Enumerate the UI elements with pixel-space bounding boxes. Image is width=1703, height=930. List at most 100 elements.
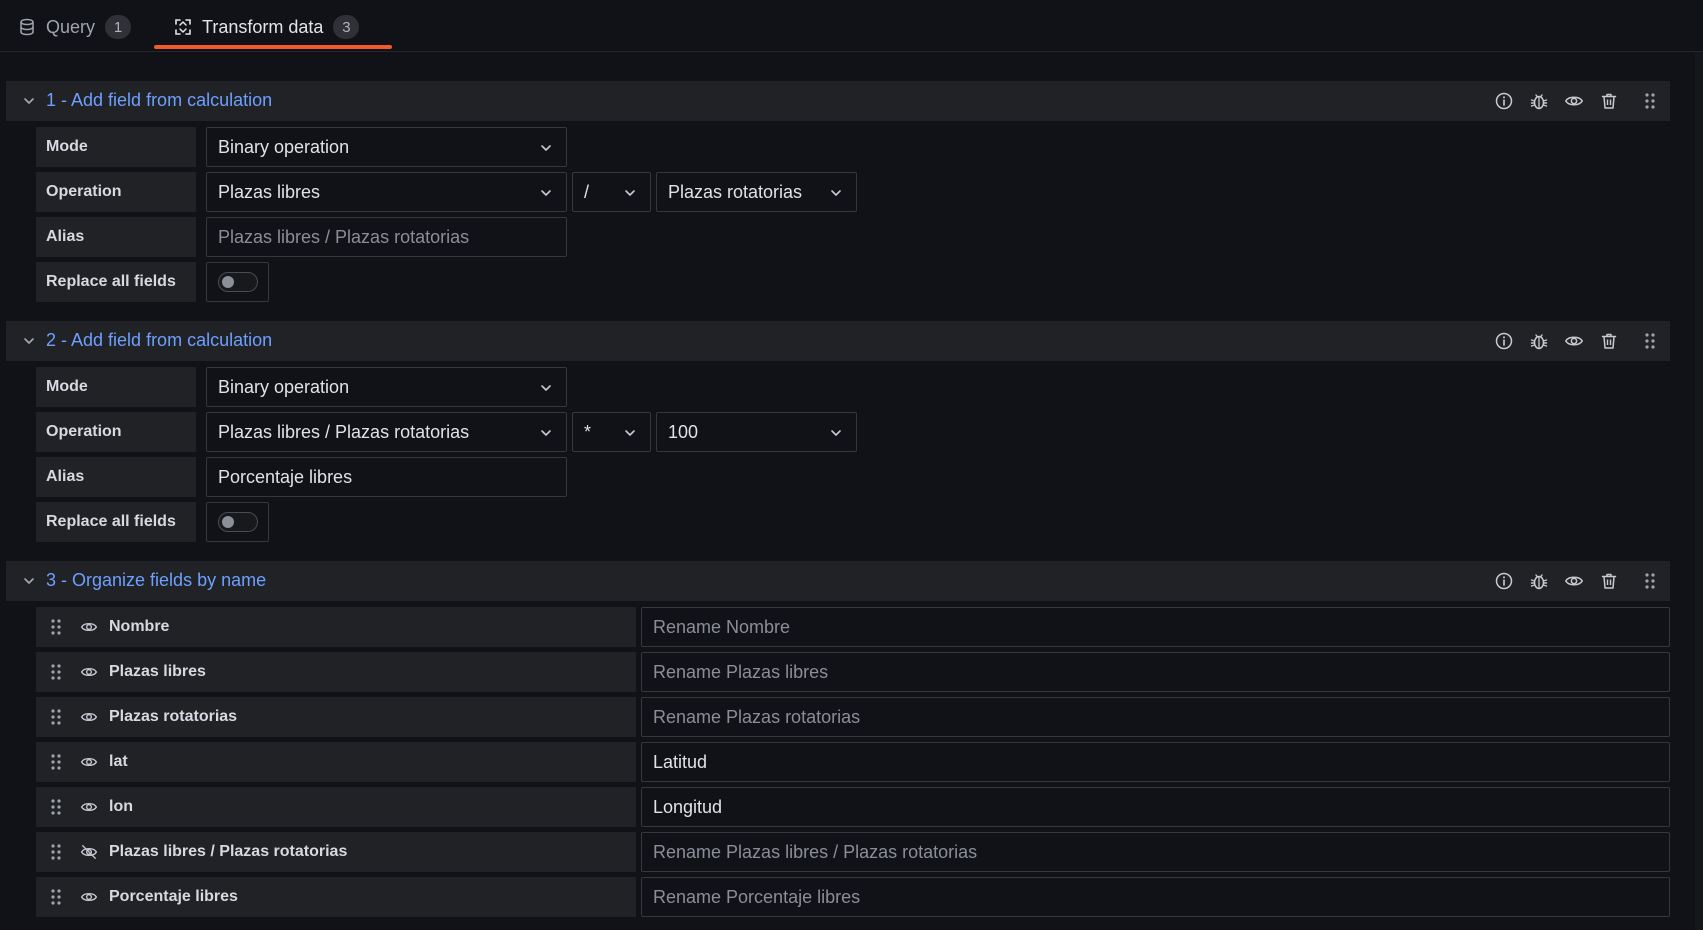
card-title[interactable]: 2 - Add field from calculation	[46, 330, 272, 351]
operation-right-select[interactable]: Plazas rotatorias	[656, 172, 857, 212]
field-name: Porcentaje libres	[109, 888, 238, 905]
field-name-cell: Plazas rotatorias	[36, 697, 636, 737]
rename-field[interactable]	[641, 652, 1670, 692]
rename-input[interactable]	[653, 878, 1669, 916]
transform-icon	[174, 18, 192, 36]
eye-icon[interactable]	[80, 753, 98, 771]
replace-all-label: Replace all fields	[36, 502, 196, 542]
chevron-down-icon	[829, 426, 843, 440]
card-title[interactable]: 1 - Add field from calculation	[46, 90, 272, 111]
eye-slash-icon[interactable]	[80, 843, 98, 861]
field-name: Plazas rotatorias	[109, 708, 238, 725]
alias-field[interactable]	[206, 217, 567, 257]
toggle-knob	[221, 516, 234, 528]
chevron-down-icon[interactable]	[20, 92, 38, 110]
chevron-down-icon[interactable]	[20, 332, 38, 350]
drag-handle-icon[interactable]	[1640, 570, 1660, 592]
rename-input[interactable]	[653, 653, 1669, 691]
trash-icon[interactable]	[1599, 90, 1619, 112]
alias-input[interactable]	[218, 458, 566, 496]
active-tab-indicator	[154, 45, 392, 49]
eye-icon[interactable]	[80, 888, 98, 906]
replace-all-container	[206, 502, 269, 542]
mode-value: Binary operation	[218, 136, 350, 157]
replace-all-label: Replace all fields	[36, 262, 196, 302]
rename-input[interactable]	[653, 788, 1669, 826]
tab-transform-data[interactable]: Transform data 3	[174, 10, 360, 44]
chevron-down-icon[interactable]	[20, 572, 38, 590]
drag-handle-icon[interactable]	[50, 843, 62, 861]
chevron-down-icon	[829, 186, 843, 200]
operation-left-select[interactable]: Plazas libres	[206, 172, 567, 212]
replace-all-container	[206, 262, 269, 302]
organize-field-row: Plazas libres / Plazas rotatorias	[36, 832, 1670, 872]
field-name-cell: Porcentaje libres	[36, 877, 636, 917]
drag-handle-icon[interactable]	[50, 618, 62, 636]
rename-field[interactable]	[641, 742, 1670, 782]
info-icon[interactable]	[1494, 570, 1514, 592]
alias-input[interactable]	[218, 218, 566, 256]
field-name: lat	[109, 753, 128, 770]
rename-input[interactable]	[653, 833, 1669, 871]
replace-all-toggle[interactable]	[217, 272, 258, 292]
trash-icon[interactable]	[1599, 570, 1619, 592]
drag-handle-icon[interactable]	[1640, 330, 1660, 352]
drag-handle-icon[interactable]	[1640, 90, 1660, 112]
eye-icon[interactable]	[80, 618, 98, 636]
mode-select[interactable]: Binary operation	[206, 127, 567, 167]
operation-left-value: Plazas libres	[218, 181, 321, 202]
operator-select[interactable]: *	[572, 412, 651, 452]
eye-icon[interactable]	[80, 708, 98, 726]
tab-query[interactable]: Query 1	[18, 10, 132, 44]
rename-field[interactable]	[641, 607, 1670, 647]
mode-label: Mode	[36, 127, 196, 167]
organize-field-row: lon	[36, 787, 1670, 827]
transformation-card-2: 2 - Add field from calculation Mode Bina…	[6, 321, 1670, 542]
scrollbar[interactable]	[1695, 52, 1703, 930]
drag-handle-icon[interactable]	[50, 753, 62, 771]
transformation-card-3: 3 - Organize fields by name Nombre Plaza…	[6, 561, 1670, 930]
organize-field-row: Nombre	[36, 607, 1670, 647]
organize-field-row: lat	[36, 742, 1670, 782]
debug-icon[interactable]	[1529, 330, 1549, 352]
mode-select[interactable]: Binary operation	[206, 367, 567, 407]
drag-handle-icon[interactable]	[50, 708, 62, 726]
debug-icon[interactable]	[1529, 570, 1549, 592]
eye-icon[interactable]	[1564, 330, 1584, 352]
rename-field[interactable]	[641, 697, 1670, 737]
trash-icon[interactable]	[1599, 330, 1619, 352]
toggle-knob	[221, 276, 234, 288]
operation-left-select[interactable]: Plazas libres / Plazas rotatorias	[206, 412, 567, 452]
debug-icon[interactable]	[1529, 90, 1549, 112]
operator-select[interactable]: /	[572, 172, 651, 212]
drag-handle-icon[interactable]	[50, 888, 62, 906]
drag-handle-icon[interactable]	[50, 663, 62, 681]
tab-label: Transform data	[202, 16, 324, 37]
drag-handle-icon[interactable]	[50, 798, 62, 816]
rename-input[interactable]	[653, 608, 1669, 646]
info-icon[interactable]	[1494, 330, 1514, 352]
alias-label: Alias	[36, 217, 196, 257]
eye-icon[interactable]	[1564, 90, 1584, 112]
info-icon[interactable]	[1494, 90, 1514, 112]
card-title[interactable]: 3 - Organize fields by name	[46, 570, 266, 591]
rename-field[interactable]	[641, 787, 1670, 827]
field-name: Plazas libres	[109, 663, 206, 680]
chevron-down-icon	[623, 426, 637, 440]
rename-field[interactable]	[641, 832, 1670, 872]
field-name: Nombre	[109, 618, 170, 635]
rename-input[interactable]	[653, 743, 1669, 781]
operation-label: Operation	[36, 172, 196, 212]
chevron-down-icon	[539, 426, 553, 440]
rename-field[interactable]	[641, 877, 1670, 917]
eye-icon[interactable]	[1564, 570, 1584, 592]
organize-field-row: Plazas rotatorias	[36, 697, 1670, 737]
rename-input[interactable]	[653, 698, 1669, 736]
card-header: 3 - Organize fields by name	[6, 561, 1670, 601]
eye-icon[interactable]	[80, 798, 98, 816]
alias-field[interactable]	[206, 457, 567, 497]
replace-all-toggle[interactable]	[217, 512, 258, 532]
eye-icon[interactable]	[80, 663, 98, 681]
alias-label: Alias	[36, 457, 196, 497]
operation-right-select[interactable]: 100	[656, 412, 857, 452]
